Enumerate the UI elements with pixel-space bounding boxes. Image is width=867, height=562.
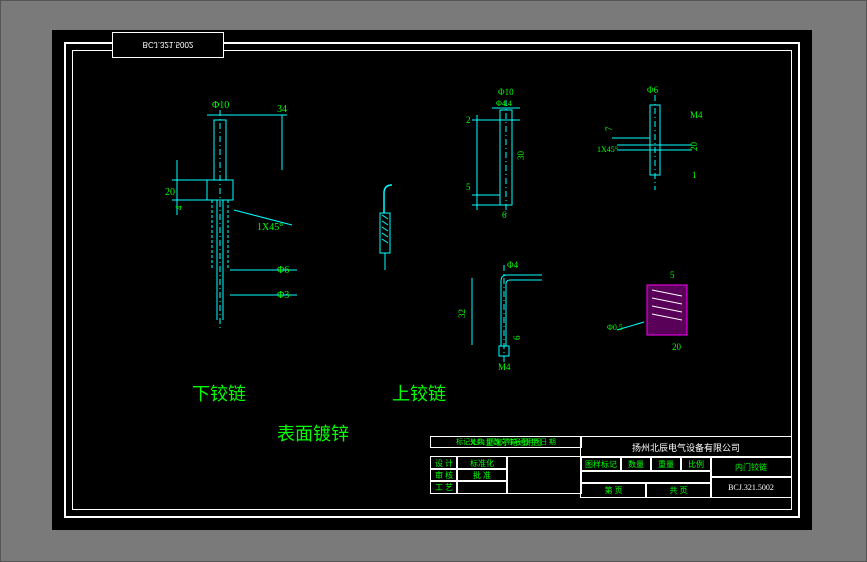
dim-rt-7: 7 <box>604 126 614 131</box>
tb-dwgno: BCJ.321.5002 <box>710 476 792 498</box>
dim-mt-30: 30 <box>516 151 526 161</box>
dim-mt-d10: Φ10 <box>498 87 514 97</box>
dim-dia6: Φ6 <box>277 265 289 276</box>
center-hinge-iso <box>380 185 392 270</box>
label-upper-hinge: 上铰链 <box>392 380 446 406</box>
dim-mb-m4: M4 <box>498 362 511 372</box>
tb-page: 第 页 <box>580 482 647 498</box>
dim-rb-20: 20 <box>672 342 682 352</box>
dim-rt-20: 20 <box>689 142 699 152</box>
tb-company: 扬州北辰电气设备有限公司 <box>580 436 792 458</box>
dim-mb-32: 32 <box>457 309 467 318</box>
tb-sign-area <box>506 456 582 494</box>
dim-mt-44: Φ4.4 <box>496 99 512 108</box>
dim-chamfer-l: 1X45° <box>257 222 283 233</box>
drawing-canvas[interactable]: BCJ.321.5002 Φ10 34 20 1X45° Φ6 Φ3 4 Φ10… <box>52 30 812 530</box>
tb-partname: 内门铰链 <box>710 456 792 478</box>
dim-rt-d6: Φ6 <box>647 85 659 95</box>
title-block: XJ-1型端子箱通用图 扬州北辰电气设备有限公司 标记处数 更改文件号 签 字 … <box>430 436 790 508</box>
right-top-view: Φ6 M4 7 20 1X45° 1 <box>597 85 703 190</box>
dim-rt-m4: M4 <box>690 110 703 120</box>
dim-rt-1: 1 <box>692 170 697 180</box>
svg-text:4: 4 <box>174 205 184 210</box>
dim-mt-2: 2 <box>466 115 471 125</box>
dim-34: 34 <box>277 104 287 115</box>
right-bot-view: 5 Φ0.5 20 <box>607 270 687 352</box>
dim-rb-dia: Φ0.5 <box>607 323 623 332</box>
dim-mb-d4: Φ4 <box>507 260 519 270</box>
tb-proc: 工 艺 <box>430 480 458 494</box>
dim-rt-cham: 1X45° <box>597 145 618 154</box>
tb-total: 共 页 <box>645 482 712 498</box>
dim-mb-6: 6 <box>512 335 522 340</box>
dim-dia10: Φ10 <box>212 100 229 111</box>
dim-dia3: Φ3 <box>277 290 289 301</box>
tb-hdr-row: 标记处数 更改文件号 签 字 日 期 <box>430 436 582 448</box>
dim-mt-5: 5 <box>466 182 471 192</box>
dim-20: 20 <box>165 187 175 198</box>
label-surface: 表面镀锌 <box>277 420 349 446</box>
mid-top-view: Φ10 Φ4.4 2 30 5 6 <box>466 87 526 220</box>
dim-rb-5: 5 <box>670 270 675 280</box>
dim-mt-6: 6 <box>502 210 507 220</box>
app-frame: BCJ.321.5002 Φ10 34 20 1X45° Φ6 Φ3 4 Φ10… <box>0 0 867 562</box>
label-lower-hinge: 下铰链 <box>192 380 246 406</box>
left-hinge-view: Φ10 34 20 1X45° Φ6 Φ3 4 <box>165 100 297 330</box>
mid-bot-view: Φ4 32 6 M4 <box>457 260 542 372</box>
